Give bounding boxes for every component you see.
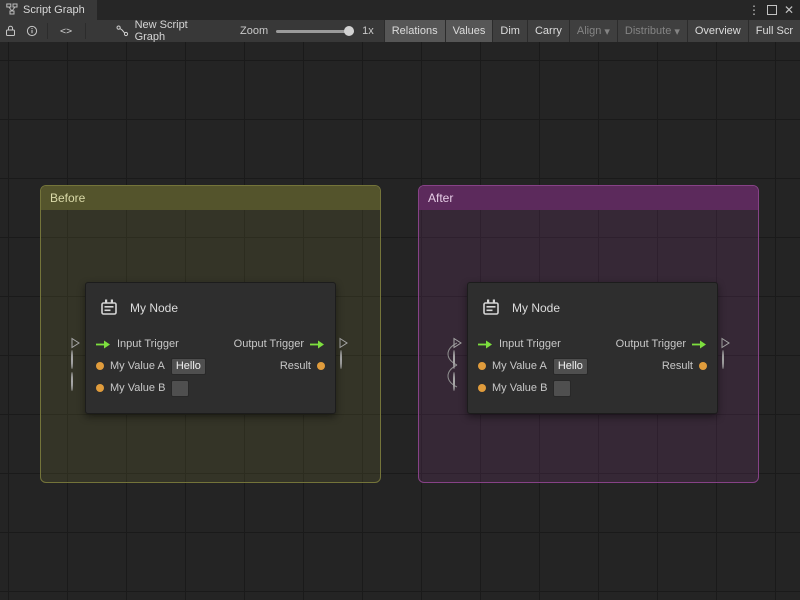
my-node[interactable]: My Node Input Trigger Output Trigger My …	[85, 282, 336, 414]
node-area-before: My Node Input Trigger Output Trigger My …	[65, 282, 354, 412]
align-button-label: Align	[577, 25, 601, 37]
port-my-value-b[interactable]: My Value B	[478, 380, 571, 397]
value-port-icon	[478, 362, 486, 370]
my-value-a-label: My Value A	[110, 360, 165, 372]
fullscreen-button[interactable]: Full Scr	[748, 20, 800, 42]
node-row-triggers: Input Trigger Output Trigger	[86, 333, 335, 355]
dropdown-arrow-icon: ▾	[604, 25, 610, 38]
zoom-control: Zoom 1x	[240, 20, 374, 42]
node-icon	[98, 297, 120, 319]
node-row-value-b: My Value B	[86, 377, 335, 399]
group-title: After	[428, 191, 453, 205]
tab-label: Script Graph	[23, 4, 85, 16]
port-my-value-a[interactable]: My Value A Hello	[478, 358, 588, 375]
port-my-value-a[interactable]: My Value A Hello	[96, 358, 206, 375]
flow-arrow-icon	[310, 339, 325, 350]
port-result[interactable]: Result	[662, 360, 707, 372]
value-port-icon	[478, 384, 486, 392]
external-flow-output-port[interactable]	[339, 337, 348, 349]
port-my-value-b[interactable]: My Value B	[96, 380, 189, 397]
group-before-header[interactable]: Before	[41, 186, 380, 210]
close-icon[interactable]: ✕	[784, 3, 794, 17]
window-controls: ⋮ ✕	[748, 0, 800, 20]
port-input-trigger[interactable]: Input Trigger	[478, 338, 561, 350]
node-title: My Node	[130, 301, 178, 315]
value-port-icon	[317, 362, 325, 370]
node-header: My Node	[86, 283, 335, 333]
port-output-trigger[interactable]: Output Trigger	[616, 338, 707, 350]
my-value-b-label: My Value B	[492, 382, 547, 394]
node-area-after: My Node Input Trigger Output Trigger My …	[447, 282, 736, 412]
zoom-slider-knob[interactable]	[344, 26, 354, 36]
group-after-header[interactable]: After	[419, 186, 758, 210]
toolbar-divider	[47, 23, 48, 39]
node-icon	[480, 297, 502, 319]
my-value-b-label: My Value B	[110, 382, 165, 394]
group-title: Before	[50, 191, 85, 205]
my-node[interactable]: My Node Input Trigger Output Trigger My …	[467, 282, 718, 414]
node-row-value-b: My Value B	[468, 377, 717, 399]
input-trigger-label: Input Trigger	[499, 338, 561, 350]
port-input-trigger[interactable]: Input Trigger	[96, 338, 179, 350]
graph-asset[interactable]: New Script Graph	[116, 20, 218, 42]
value-port-icon	[96, 384, 104, 392]
graph-asset-name: New Script Graph	[135, 20, 218, 43]
output-trigger-label: Output Trigger	[234, 338, 304, 350]
graph-asset-icon	[116, 25, 129, 37]
node-header: My Node	[468, 283, 717, 333]
dim-button[interactable]: Dim	[492, 20, 527, 42]
external-flow-input-port[interactable]	[453, 337, 462, 349]
output-trigger-label: Output Trigger	[616, 338, 686, 350]
external-flow-output-port[interactable]	[721, 337, 730, 349]
value-b-input[interactable]	[553, 380, 571, 397]
window-menu-icon[interactable]: ⋮	[748, 3, 760, 17]
external-flow-input-port[interactable]	[71, 337, 80, 349]
info-icon[interactable]	[21, 20, 42, 42]
zoom-slider[interactable]	[276, 30, 354, 33]
maximize-icon[interactable]	[767, 5, 777, 15]
port-result[interactable]: Result	[280, 360, 325, 372]
dropdown-arrow-icon: ▾	[674, 25, 680, 38]
align-button[interactable]: Align ▾	[569, 20, 617, 42]
graph-canvas[interactable]: Before After	[0, 42, 800, 600]
value-a-input[interactable]: Hello	[553, 358, 588, 375]
value-a-input[interactable]: Hello	[171, 358, 206, 375]
node-title: My Node	[512, 301, 560, 315]
flow-arrow-icon	[692, 339, 707, 350]
zoom-value: 1x	[362, 25, 374, 37]
window-titlebar: Script Graph ⋮ ✕	[0, 0, 800, 20]
values-button[interactable]: Values	[445, 20, 493, 42]
value-b-input[interactable]	[171, 380, 189, 397]
port-output-trigger[interactable]: Output Trigger	[234, 338, 325, 350]
node-row-triggers: Input Trigger Output Trigger	[468, 333, 717, 355]
relations-button[interactable]: Relations	[384, 20, 445, 42]
tab-script-graph[interactable]: Script Graph	[0, 0, 97, 20]
value-port-icon	[96, 362, 104, 370]
result-label: Result	[662, 360, 693, 372]
node-row-value-a: My Value A Hello Result	[468, 355, 717, 377]
flow-arrow-icon	[478, 339, 493, 350]
result-label: Result	[280, 360, 311, 372]
zoom-label: Zoom	[240, 25, 268, 37]
my-value-a-label: My Value A	[492, 360, 547, 372]
input-trigger-label: Input Trigger	[117, 338, 179, 350]
toolbar-divider	[85, 23, 86, 39]
overview-button[interactable]: Overview	[687, 20, 748, 42]
flow-arrow-icon	[96, 339, 111, 350]
distribute-button[interactable]: Distribute ▾	[617, 20, 687, 42]
distribute-button-label: Distribute	[625, 25, 671, 37]
value-port-icon	[699, 362, 707, 370]
lock-icon[interactable]	[0, 20, 21, 42]
node-row-value-a: My Value A Hello Result	[86, 355, 335, 377]
graph-toolbar: <> New Script Graph Zoom 1x Relations Va…	[0, 20, 800, 43]
script-graph-icon	[6, 3, 18, 18]
carry-button[interactable]: Carry	[527, 20, 569, 42]
code-icon[interactable]: <>	[52, 26, 81, 37]
toolbar-buttons: Relations Values Dim Carry Align ▾ Distr…	[384, 20, 800, 42]
